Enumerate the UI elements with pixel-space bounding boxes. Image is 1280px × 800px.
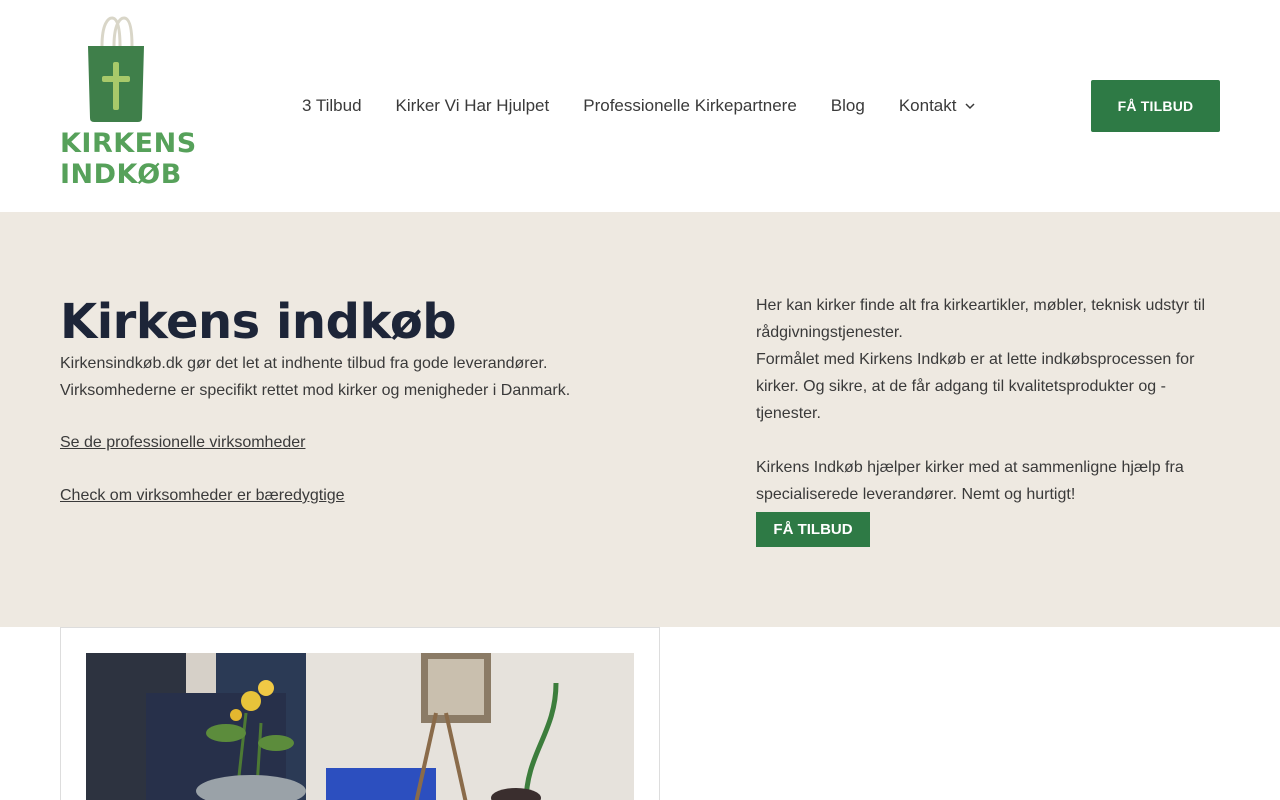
hero-intro-line-2: Virksomhederne er specifikt rettet mod k… [60, 382, 571, 399]
nav-label: 3 Tilbud [302, 96, 362, 115]
hero-intro-line-1: Kirkensindkøb.dk gør det let at indhente… [60, 355, 548, 372]
nav-item-3-tilbud[interactable]: 3 Tilbud [302, 96, 362, 116]
main-nav: 3 Tilbud Kirker Vi Har Hjulpet Professio… [302, 93, 976, 119]
hero-desc-line: rådgivningstjenester. [756, 324, 903, 341]
shopping-bag-cross-icon [88, 16, 144, 122]
hero-desc-line: Her kan kirker finde alt fra kirkeartikl… [756, 297, 1206, 314]
nav-label: Kirker Vi Har Hjulpet [395, 96, 550, 115]
nav-label: Kontakt [898, 96, 957, 115]
brand-line-2: INDKØB [60, 159, 182, 190]
nav-label: Professionelle Kirkepartnere [583, 96, 797, 115]
site-header: KIRKENS INDKØB 3 Tilbud Kirker Vi Har Hj… [0, 0, 1280, 212]
nav-item-kirker-vi-har-hjulpet[interactable]: Kirker Vi Har Hjulpet [396, 96, 550, 116]
featured-card [60, 627, 660, 800]
page-title: Kirkens indkøb [60, 294, 457, 350]
nav-label: Blog [830, 96, 865, 115]
featured-photo [86, 653, 634, 800]
photo-illustration [86, 653, 634, 800]
nav-item-professionelle-kirkepartnere[interactable]: Professionelle Kirkepartnere [583, 96, 797, 116]
professional-companies-link[interactable]: Se de professionelle virksomheder [60, 429, 305, 456]
brand-wordmark: KIRKENS INDKØB [60, 128, 197, 190]
sustainability-check-link[interactable]: Check om virksomheder er bæredygtige [60, 482, 345, 509]
chevron-down-icon [965, 103, 976, 110]
hero-desc-line: Kirkens Indkøb hjælper kirker med at sam… [756, 459, 1184, 476]
nav-item-kontakt[interactable]: Kontakt [899, 96, 977, 116]
hero-section: Kirkens indkøb Kirkensindkøb.dk gør det … [0, 212, 1280, 627]
hero-description: Her kan kirker finde alt fra kirkeartikl… [756, 292, 1226, 508]
hero-desc-line: specialiserede leverandører. Nemt og hur… [756, 486, 1076, 503]
hero-intro: Kirkensindkøb.dk gør det let at indhente… [60, 350, 620, 404]
hero-get-offer-button[interactable]: FÅ TILBUD [756, 512, 870, 547]
header-get-offer-button[interactable]: FÅ TILBUD [1091, 80, 1220, 132]
hero-desc-line: Formålet med Kirkens Indkøb er at lette … [756, 351, 1195, 368]
hero-desc-line: kirker. Og sikre, at de får adgang til k… [756, 378, 1166, 422]
nav-item-blog[interactable]: Blog [831, 96, 865, 116]
brand-line-1: KIRKENS [60, 128, 197, 159]
site-logo[interactable]: KIRKENS INDKØB [60, 16, 196, 192]
